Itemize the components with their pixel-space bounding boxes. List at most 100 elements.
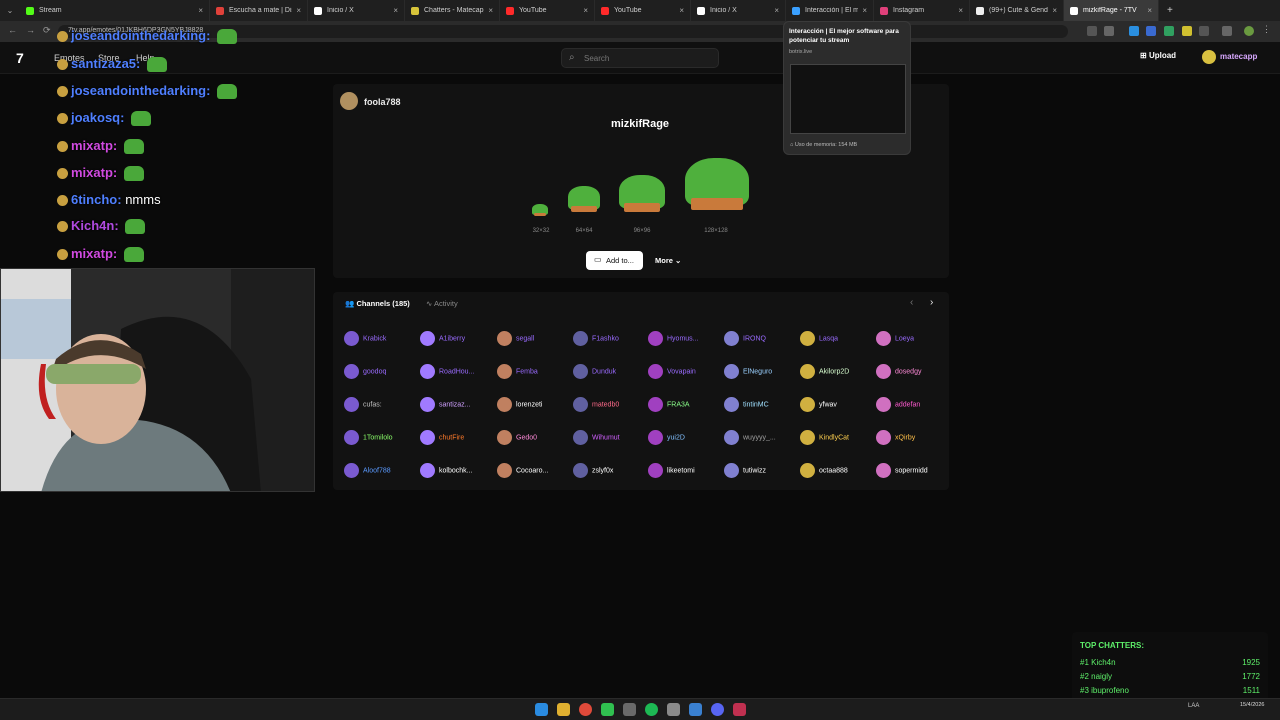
tab-close-icon[interactable]: × (296, 6, 301, 15)
app-icon[interactable] (667, 703, 680, 716)
tab-close-icon[interactable]: × (393, 6, 398, 15)
tab-close-icon[interactable]: × (198, 6, 203, 15)
emote-preview-32[interactable] (532, 204, 548, 216)
search-input[interactable]: ⌕ Search (561, 48, 719, 68)
tab-close-icon[interactable]: × (583, 6, 588, 15)
channel-item[interactable]: octaa888 (800, 463, 870, 478)
channel-item[interactable]: goodoq (344, 364, 414, 379)
channel-item[interactable]: xQirby (876, 430, 946, 445)
emote-preview-128[interactable] (685, 158, 749, 210)
chrome-icon[interactable] (579, 703, 592, 716)
tab-search-icon[interactable]: ⌄ (0, 6, 20, 15)
channel-item[interactable]: Cocoaro... (497, 463, 567, 478)
extension-icon[interactable] (1146, 26, 1156, 36)
channel-item[interactable]: dosedgy (876, 364, 946, 379)
star-icon[interactable] (1104, 26, 1114, 36)
tab-close-icon[interactable]: × (679, 6, 684, 15)
menu-icon[interactable]: ⋮ (1262, 24, 1272, 34)
chevron-right-icon[interactable]: › (930, 297, 933, 308)
spotify-icon[interactable] (645, 703, 658, 716)
browser-tab[interactable]: Chatters - Matecapp × (405, 0, 500, 21)
channel-item[interactable]: Hyomus... (648, 331, 718, 346)
browser-tab[interactable]: Inicio / X × (691, 0, 786, 21)
eye-off-icon[interactable] (1087, 26, 1097, 36)
channel-item[interactable]: Wihumut (573, 430, 643, 445)
profile-avatar-icon[interactable] (1244, 26, 1254, 36)
user-menu[interactable]: matecapp (1202, 50, 1257, 64)
channel-item[interactable]: FRA3A (648, 397, 718, 412)
app-icon[interactable] (623, 703, 636, 716)
forward-icon[interactable]: → (26, 25, 35, 35)
tab-close-icon[interactable]: × (862, 6, 867, 15)
channel-item[interactable]: IRONQ (724, 331, 794, 346)
channel-item[interactable]: cufas: (344, 397, 414, 412)
extension-icon[interactable] (1164, 26, 1174, 36)
tab-close-icon[interactable]: × (958, 6, 963, 15)
emote-owner[interactable]: foola788 (364, 97, 401, 107)
windows-start-icon[interactable] (535, 703, 548, 716)
channel-item[interactable]: Vovapain (648, 364, 718, 379)
channel-item[interactable]: Aloof788 (344, 463, 414, 478)
browser-tab[interactable]: YouTube × (595, 0, 691, 21)
channel-item[interactable]: Loeya (876, 331, 946, 346)
sidebar-icon[interactable] (1222, 26, 1232, 36)
browser-tab[interactable]: (99+) Cute & Genderle × (970, 0, 1064, 21)
owner-avatar[interactable] (340, 92, 358, 110)
channel-item[interactable]: yui2D (648, 430, 718, 445)
tab-close-icon[interactable]: × (774, 6, 779, 15)
channel-item[interactable]: Akilorp2D (800, 364, 870, 379)
upload-button[interactable]: ⊞ Upload (1140, 51, 1176, 60)
emote-preview-64[interactable] (568, 186, 600, 212)
tab-activity[interactable]: ∿ Activity (426, 299, 458, 308)
channel-item[interactable]: Dunduk (573, 364, 643, 379)
browser-tab[interactable]: Stream × (20, 0, 210, 21)
new-tab-button[interactable]: + (1159, 5, 1181, 16)
channel-item[interactable]: Krabick (344, 331, 414, 346)
app-icon[interactable] (601, 703, 614, 716)
extension-icon[interactable] (1182, 26, 1192, 36)
channel-item[interactable]: segall (497, 331, 567, 346)
channel-item[interactable]: sopermidd (876, 463, 946, 478)
emote-preview-96[interactable] (619, 175, 665, 212)
channel-item[interactable]: zslyf0x (573, 463, 643, 478)
browser-tab[interactable]: Escucha a mate | Disfrut × (210, 0, 308, 21)
channel-item[interactable]: Gedo0 (497, 430, 567, 445)
channel-item[interactable]: Lasqa (800, 331, 870, 346)
browser-tab[interactable]: Interacción | El mejor× (786, 0, 874, 21)
channel-item[interactable]: Femba (497, 364, 567, 379)
back-icon[interactable]: ← (8, 25, 17, 35)
browser-tab[interactable]: mizkifRage - 7TV × (1064, 0, 1159, 21)
browser-tab[interactable]: YouTube × (500, 0, 595, 21)
browser-tab[interactable]: Inicio / X × (308, 0, 405, 21)
clock[interactable]: 15/4/2026 (1240, 702, 1264, 709)
channel-item[interactable]: likeetomi (648, 463, 718, 478)
file-explorer-icon[interactable] (557, 703, 570, 716)
channel-item[interactable]: lorenzeti (497, 397, 567, 412)
language-indicator[interactable]: LAA (1188, 703, 1199, 709)
channel-item[interactable]: 1Tomilolo (344, 430, 414, 445)
add-to-button[interactable]: ▭ Add to... (586, 251, 643, 270)
tab-close-icon[interactable]: × (1147, 6, 1152, 15)
7tv-logo[interactable]: 7 (16, 50, 24, 66)
app-icon[interactable] (733, 703, 746, 716)
channel-item[interactable]: wuyyyy_... (724, 430, 794, 445)
channel-item[interactable]: matedb0 (573, 397, 643, 412)
channel-item[interactable]: ElNeguro (724, 364, 794, 379)
tab-close-icon[interactable]: × (1052, 6, 1057, 15)
channel-item[interactable]: A1iberry (420, 331, 490, 346)
tab-channels[interactable]: 👥 Channels (185) (345, 299, 410, 308)
channel-item[interactable]: santizaz... (420, 397, 490, 412)
channel-item[interactable]: chutFire (420, 430, 490, 445)
puzzle-icon[interactable] (1199, 26, 1209, 36)
channel-item[interactable]: RoadHou... (420, 364, 490, 379)
chevron-left-icon[interactable]: ‹ (910, 297, 913, 308)
tab-close-icon[interactable]: × (488, 6, 493, 15)
app-icon[interactable] (689, 703, 702, 716)
channel-item[interactable]: yfwav (800, 397, 870, 412)
channel-item[interactable]: kolbochk... (420, 463, 490, 478)
channel-item[interactable]: F1ashko (573, 331, 643, 346)
channel-item[interactable]: tutiwizz (724, 463, 794, 478)
discord-icon[interactable] (711, 703, 724, 716)
reload-icon[interactable]: ⟳ (43, 25, 51, 36)
channel-item[interactable]: KindlyCat (800, 430, 870, 445)
